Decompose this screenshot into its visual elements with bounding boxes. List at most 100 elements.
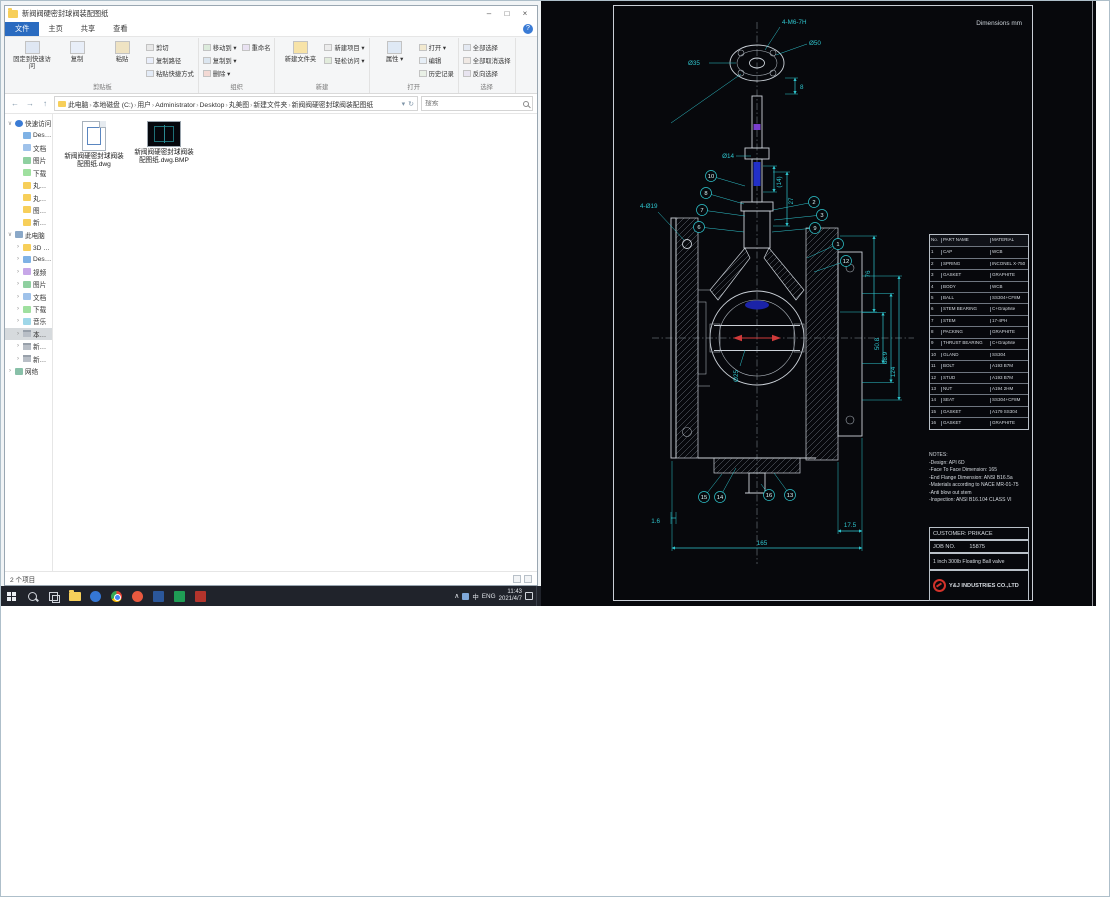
ribbon-button[interactable]: 删除 ▾ [202,67,237,80]
sidebar-item[interactable]: › 音乐 [5,315,52,327]
tray-chevron-icon[interactable]: ∧ [454,592,459,600]
thumbnail-view-icon[interactable] [524,574,532,583]
sidebar-item[interactable]: 图纸文档整理 [5,204,52,216]
clock[interactable]: 11:43 2021/4/7 [499,589,522,603]
up-button[interactable]: ↑ [39,99,51,108]
chevron-icon[interactable]: › [15,244,21,250]
ribbon-button[interactable]: 新建文件夹 [279,39,321,82]
sidebar-item[interactable]: › 文档 [5,290,52,302]
address-box[interactable]: 此电脑›本地磁盘 (C:)›用户›Administrator›Desktop›丸… [54,96,418,111]
search-box[interactable] [421,96,533,111]
list-view-icon[interactable] [513,574,521,583]
chevron-icon[interactable]: › [15,356,21,362]
breadcrumb-segment[interactable]: 丸美图 [229,102,249,109]
notification-center-icon[interactable] [525,592,533,600]
ribbon-button[interactable]: 全部选择 [462,41,511,54]
chevron-icon[interactable]: › [15,269,21,275]
tray-app-icon[interactable] [462,592,470,600]
ribbon-button[interactable]: 新建项目 ▾ [324,41,365,54]
ribbon-button[interactable]: 复制到 ▾ [202,54,237,67]
ribbon-button[interactable]: 复制路径 [146,54,194,67]
chevron-icon[interactable]: ∨ [7,120,13,127]
chevron-icon[interactable]: › [15,343,21,349]
address-dropdown-icon[interactable]: ▾ [402,100,406,108]
ribbon-button[interactable]: 历史记录 [418,67,454,80]
tab-file[interactable]: 文件 [5,22,40,36]
ribbon-button[interactable]: 反向选择 [462,67,511,80]
title-bar[interactable]: 新阀阀硬密封球阀装配图纸 – □ × [5,6,537,22]
ribbon-button[interactable]: 移动到 ▾ [202,41,237,54]
breadcrumb-segment[interactable]: Administrator [155,102,195,109]
file-item[interactable]: 新阀阀硬密封球阀装配图纸.dwg.BMP [133,121,195,165]
breadcrumb-segment[interactable]: 本地磁盘 (C:) [93,102,133,109]
ribbon-button[interactable]: 属性 ▾ [374,39,416,82]
sidebar-item[interactable]: 丸美图 [5,179,52,191]
taskbar-app-firefox[interactable] [127,586,148,606]
chevron-icon[interactable]: › [15,306,21,312]
chevron-icon[interactable]: › [15,294,21,300]
search-button[interactable] [22,586,43,606]
chevron-icon[interactable]: › [15,256,21,262]
sidebar-item[interactable]: › 网络 [5,365,52,377]
ribbon-button[interactable]: 重命名 [241,41,270,54]
tab-view[interactable]: 查看 [104,22,136,36]
sidebar-item[interactable]: 文档 [5,142,52,154]
sidebar-item[interactable]: 丸美图纸 [5,191,52,203]
ribbon-button[interactable]: 轻松访问 ▾ [324,54,365,67]
sidebar-item[interactable]: › 新加卷 (E:) [5,352,52,364]
chevron-icon[interactable]: › [15,281,21,287]
minimize-button[interactable]: – [480,8,498,21]
sidebar-item[interactable]: › 新加卷 (D:) [5,340,52,352]
sidebar-item[interactable]: 下载 [5,167,52,179]
breadcrumb-segment[interactable]: 此电脑 [68,102,88,109]
ime-indicator[interactable]: 中 [472,592,478,601]
chevron-icon[interactable]: ∨ [7,231,13,238]
ribbon-button[interactable]: 剪切 [146,41,194,54]
breadcrumb-segment[interactable]: 新阀阀硬密封球阀装配图纸 [292,102,374,109]
chevron-icon[interactable]: › [7,368,13,374]
sidebar-item[interactable]: ∨ 此电脑 [5,229,52,241]
language-indicator[interactable]: ENG [482,593,496,600]
close-button[interactable]: × [516,8,534,21]
sidebar-item[interactable]: › 3D 对象 [5,241,52,253]
back-button[interactable]: ← [9,99,21,108]
taskbar-app-excel[interactable] [169,586,190,606]
taskbar-app-chrome[interactable] [106,586,127,606]
sidebar-item[interactable]: › 下载 [5,303,52,315]
maximize-button[interactable]: □ [498,8,516,21]
breadcrumb-segment[interactable]: 新建文件夹 [253,102,287,109]
sidebar-item[interactable]: › 视频 [5,266,52,278]
sidebar-item[interactable]: › 本地磁盘 (C:) [5,327,52,341]
file-item[interactable]: 新阀阀硬密封球阀装配图纸.dwg [63,121,125,169]
taskbar-app-acrobat[interactable] [190,586,211,606]
task-view-button[interactable] [43,586,64,606]
breadcrumb-segment[interactable]: Desktop [200,102,225,109]
ribbon-button[interactable]: 粘贴快捷方式 [146,67,194,80]
taskbar-app-word[interactable] [148,586,169,606]
ribbon-button[interactable]: 粘贴 [101,39,143,82]
ribbon-button[interactable]: 固定到快速访问 [11,39,53,82]
ribbon-button[interactable]: 打开 ▾ [418,41,454,54]
sidebar-item[interactable]: › Desktop [5,253,52,265]
sidebar-item[interactable]: 新建文件夹 [5,216,52,228]
search-input[interactable] [425,100,521,107]
ribbon-button[interactable]: 编辑 [418,54,454,67]
ribbon-button[interactable]: 全部取消选择 [462,54,511,67]
file-list[interactable]: 新阀阀硬密封球阀装配图纸.dwg 新阀阀硬密封球阀装配图纸.dwg.BMP [53,114,537,571]
sidebar-item[interactable]: ∨ 快速访问 [5,117,52,129]
show-desktop-button[interactable] [536,586,540,606]
ribbon-button[interactable]: 复制 [56,39,98,82]
refresh-icon[interactable]: ↻ [408,100,414,108]
chevron-icon[interactable]: › [15,318,21,324]
taskbar-app-explorer[interactable] [64,586,85,606]
sidebar-item[interactable]: › 图片 [5,278,52,290]
sidebar-item[interactable]: Desktop [5,129,52,141]
breadcrumb-segment[interactable]: 用户 [137,102,151,109]
start-button[interactable] [1,586,22,606]
forward-button[interactable]: → [24,99,36,108]
help-icon[interactable]: ? [523,24,533,34]
tab-share[interactable]: 共享 [72,22,104,36]
chevron-icon[interactable]: › [15,331,21,337]
sidebar-item[interactable]: 图片 [5,154,52,166]
taskbar-app-edge[interactable] [85,586,106,606]
